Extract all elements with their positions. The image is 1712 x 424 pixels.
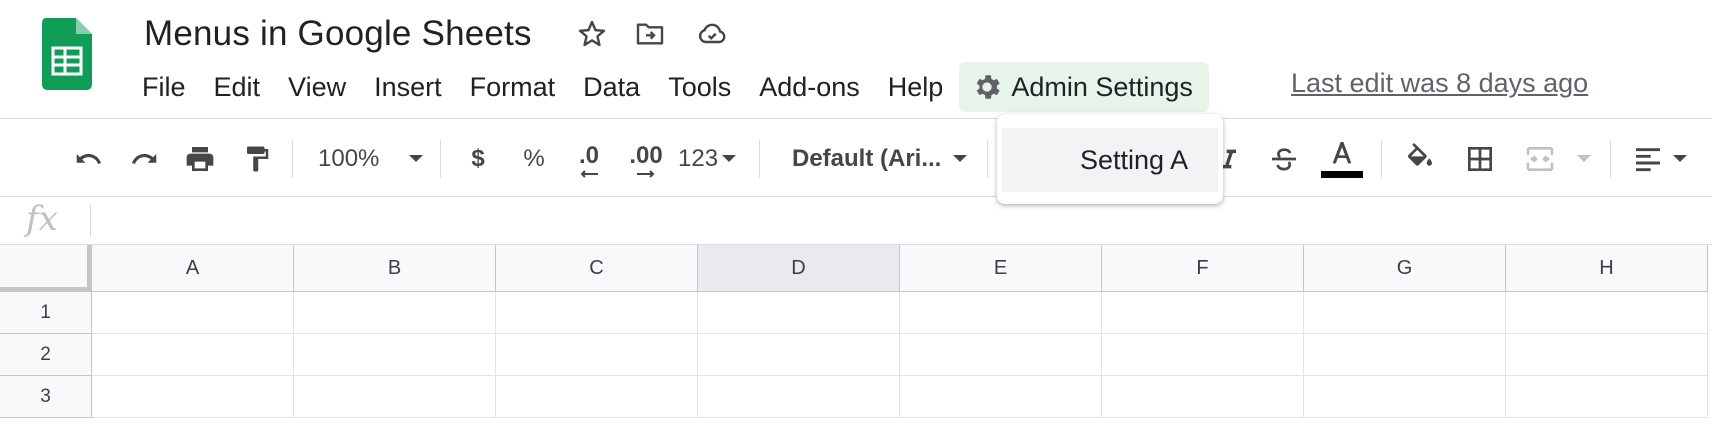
- grid-cell[interactable]: [496, 292, 698, 334]
- grid-cell[interactable]: [698, 334, 900, 376]
- grid-cell[interactable]: [698, 376, 900, 418]
- fill-color-icon[interactable]: [1400, 119, 1440, 198]
- column-header-b[interactable]: B: [294, 245, 496, 292]
- percent-format-button[interactable]: %: [518, 119, 550, 198]
- move-to-folder-icon[interactable]: [632, 16, 668, 52]
- formula-bar: fx: [0, 197, 1712, 245]
- menu-tools[interactable]: Tools: [654, 62, 745, 112]
- toolbar-divider: [292, 140, 293, 178]
- fx-icon: fx: [26, 199, 58, 239]
- grid-cell[interactable]: [92, 376, 294, 418]
- redo-icon[interactable]: [125, 119, 165, 198]
- column-header-c[interactable]: C: [496, 245, 698, 292]
- row-header-1[interactable]: 1: [0, 292, 92, 334]
- grid-cell[interactable]: [294, 292, 496, 334]
- menu-admin-settings[interactable]: Admin Settings: [959, 62, 1209, 112]
- grid-cell[interactable]: [1304, 292, 1506, 334]
- toolbar-divider: [987, 140, 988, 178]
- column-header-e[interactable]: E: [900, 245, 1102, 292]
- column-header-d[interactable]: D: [698, 245, 900, 292]
- merge-cells-icon[interactable]: [1520, 119, 1560, 198]
- merge-caret-icon[interactable]: [1574, 119, 1594, 198]
- menu-data[interactable]: Data: [569, 62, 654, 112]
- paint-format-icon[interactable]: [237, 119, 277, 198]
- grid-cell[interactable]: [1506, 334, 1708, 376]
- toolbar: 100% $ % .0 .00 123 Default (Ari...: [0, 118, 1712, 197]
- grid-cell[interactable]: [698, 292, 900, 334]
- toolbar-divider: [1610, 140, 1611, 178]
- menu-format[interactable]: Format: [456, 62, 570, 112]
- zoom-value: 100%: [318, 144, 380, 172]
- arrow-right-icon: [637, 169, 655, 178]
- sheets-logo-icon[interactable]: [42, 18, 92, 90]
- grid-cell[interactable]: [1506, 292, 1708, 334]
- increase-decimal-button[interactable]: .00: [624, 119, 668, 198]
- font-caret-icon[interactable]: [948, 119, 972, 198]
- document-title[interactable]: Menus in Google Sheets: [144, 14, 532, 54]
- grid-cell[interactable]: [900, 292, 1102, 334]
- cloud-saved-icon[interactable]: [694, 16, 730, 52]
- last-edit-link[interactable]: Last edit was 8 days ago: [1291, 68, 1588, 99]
- menu-item-setting-a[interactable]: Setting A: [1002, 128, 1218, 192]
- column-header-a[interactable]: A: [92, 245, 294, 292]
- zoom-caret-icon[interactable]: [404, 119, 428, 198]
- grid-cell[interactable]: [1304, 334, 1506, 376]
- grid-cell[interactable]: [294, 334, 496, 376]
- font-family-select[interactable]: Default (Ari...: [792, 119, 942, 198]
- admin-settings-label: Admin Settings: [1011, 71, 1193, 102]
- grid-cell[interactable]: [92, 334, 294, 376]
- menu-add-ons[interactable]: Add-ons: [745, 62, 874, 112]
- toolbar-divider: [1381, 140, 1382, 178]
- decrease-decimal-button[interactable]: .0: [570, 119, 608, 198]
- grid-cell[interactable]: [1506, 376, 1708, 418]
- select-all-corner[interactable]: [0, 245, 92, 292]
- grid-cell[interactable]: [1102, 292, 1304, 334]
- print-icon[interactable]: [180, 119, 220, 198]
- text-color-bar: [1321, 171, 1363, 178]
- grid-cell[interactable]: [1304, 376, 1506, 418]
- admin-settings-dropdown: Setting A: [997, 114, 1223, 204]
- column-header-g[interactable]: G: [1304, 245, 1506, 292]
- grid-cell[interactable]: [92, 292, 294, 334]
- text-color-button[interactable]: [1320, 119, 1364, 198]
- row-header-2[interactable]: 2: [0, 334, 92, 376]
- arrow-left-icon: [580, 169, 598, 178]
- menu-bar: File Edit View Insert Format Data Tools …: [132, 62, 1209, 112]
- menu-file[interactable]: File: [132, 62, 200, 112]
- spreadsheet-grid: A B C D E F G H 1 2 3: [0, 245, 1712, 424]
- column-header-h[interactable]: H: [1506, 245, 1708, 292]
- align-left-icon[interactable]: [1628, 119, 1668, 198]
- more-formats-caret-icon: [722, 155, 737, 162]
- undo-icon[interactable]: [68, 119, 108, 198]
- align-caret-icon[interactable]: [1668, 119, 1692, 198]
- star-icon[interactable]: [574, 16, 610, 52]
- column-header-f[interactable]: F: [1102, 245, 1304, 292]
- menu-help[interactable]: Help: [874, 62, 958, 112]
- borders-icon[interactable]: [1460, 119, 1500, 198]
- grid-cell[interactable]: [1102, 376, 1304, 418]
- grid-cell[interactable]: [294, 376, 496, 418]
- gear-icon: [971, 70, 1005, 104]
- toolbar-divider: [440, 140, 441, 178]
- grid-cell[interactable]: [496, 376, 698, 418]
- grid-cell[interactable]: [900, 376, 1102, 418]
- grid-cell[interactable]: [900, 334, 1102, 376]
- menu-insert[interactable]: Insert: [360, 62, 456, 112]
- menu-view[interactable]: View: [274, 62, 360, 112]
- grid-cell[interactable]: [1102, 334, 1304, 376]
- row-header-3[interactable]: 3: [0, 376, 92, 418]
- text-color-icon: [1332, 142, 1352, 164]
- menu-edit[interactable]: Edit: [200, 62, 275, 112]
- currency-format-button[interactable]: $: [464, 119, 492, 198]
- grid-cell[interactable]: [496, 334, 698, 376]
- more-formats-button[interactable]: 123: [678, 119, 746, 198]
- strikethrough-icon[interactable]: [1264, 119, 1304, 198]
- toolbar-divider: [759, 140, 760, 178]
- formula-divider: [90, 205, 91, 237]
